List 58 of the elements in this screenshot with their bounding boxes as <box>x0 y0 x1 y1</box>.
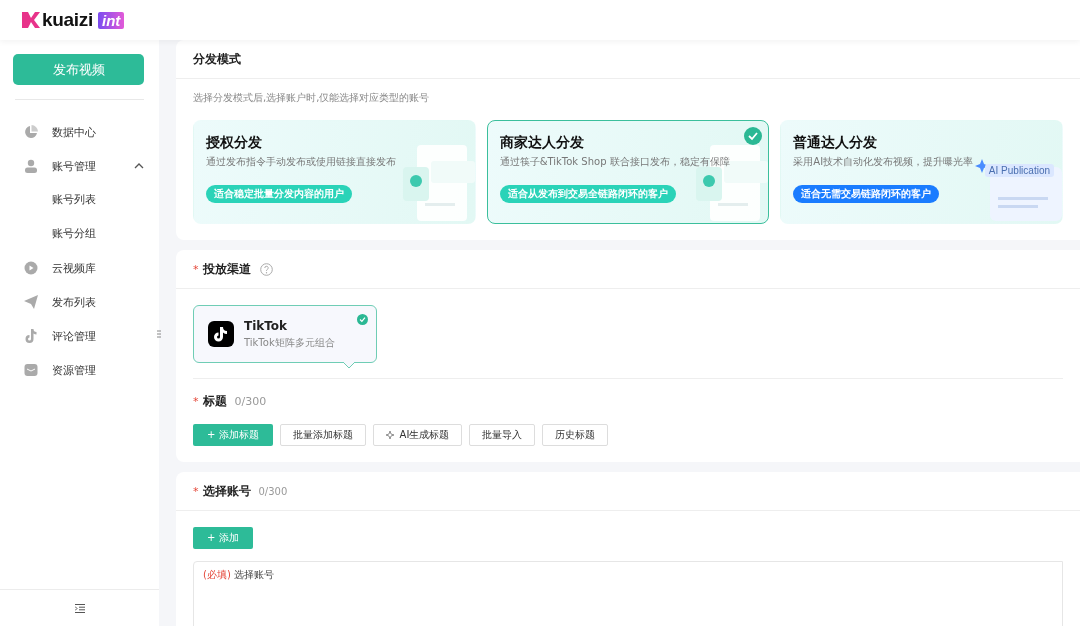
mode-tag: 适合稳定批量分发内容的用户 <box>206 185 352 204</box>
logo-badge: int <box>98 11 125 29</box>
account-field[interactable]: (必填) 选择账号 <box>193 561 1063 626</box>
required-note: (必填) <box>203 568 231 582</box>
drag-handle-icon[interactable] <box>157 330 161 338</box>
mode-description: 采用AI技术自动化发布视频，提升曝光率 <box>793 155 974 170</box>
check-icon <box>357 314 368 325</box>
logo-icon <box>22 12 40 28</box>
sidebar-item[interactable]: 云视频库 <box>0 251 159 285</box>
mode-card[interactable]: 普通达人分发 采用AI技术自动化发布视频，提升曝光率 适合无需交易链路闭环的客户 AI Publication <box>780 120 1063 224</box>
mode-title: 普通达人分发 <box>793 133 878 152</box>
title-action-button[interactable]: 批量添加标题 <box>279 424 366 446</box>
sidebar-subitem[interactable]: 账号列表 <box>0 183 159 217</box>
music-note-icon <box>208 321 234 347</box>
character-count: 0/300 <box>234 395 267 408</box>
section-heading: 分发模式 <box>193 50 241 68</box>
sidebar-item[interactable]: 数据中心 <box>0 115 159 149</box>
channel-name: TikTok <box>244 318 289 333</box>
sidebar-item[interactable]: 发布列表 <box>0 285 159 319</box>
section-heading: 选择账号 <box>202 482 251 500</box>
logo-text: kuaizi <box>42 9 93 31</box>
mode-description: 通过发布指令手动发布或使用链接直接发布 <box>206 155 396 170</box>
required-mark: * <box>193 395 199 408</box>
sidebar-item[interactable]: 资源管理 <box>0 353 159 387</box>
sidebar-item[interactable]: 评论管理 <box>0 319 159 353</box>
title-action-button[interactable]: 批量导入 <box>469 424 536 446</box>
sparkle-icon <box>385 430 395 440</box>
paper-plane-icon <box>24 295 38 309</box>
section-heading: 标题 <box>202 393 227 410</box>
channel-card[interactable]: TikTok TikTok矩阵多元组合 <box>193 305 377 363</box>
mode-tag: 适合从发布到交易全链路闭环的客户 <box>499 185 676 204</box>
required-mark: * <box>193 484 199 498</box>
mode-title: 商家达人分发 <box>499 133 584 152</box>
required-mark: * <box>193 262 199 276</box>
mode-description: 通过筷子&TikTok Shop 联合接口发布，稳定有保障 <box>499 155 730 170</box>
channel-description: TikTok矩阵多元组合 <box>244 335 335 350</box>
box-icon <box>24 363 38 377</box>
hint-text: 选择分发模式后,选择账户时,仅能选择对应类型的账号 <box>193 91 431 105</box>
mode-title: 授权分发 <box>206 133 262 152</box>
mode-tag: 适合无需交易链路闭环的客户 <box>793 185 940 204</box>
placeholder-text: 选择账号 <box>233 568 274 582</box>
art-label: AI Publication <box>984 164 1054 177</box>
sidebar-item[interactable]: 账号管理 <box>0 149 159 183</box>
play-icon <box>24 261 38 275</box>
collapse-menu-icon[interactable] <box>74 603 85 613</box>
sidebar-subitem[interactable]: 账号分组 <box>0 217 159 251</box>
title-action-button[interactable]: AI生成标题 <box>372 424 463 446</box>
user-icon <box>24 159 38 173</box>
title-action-button[interactable]: 历史标题 <box>542 424 609 446</box>
help-icon[interactable] <box>259 262 273 276</box>
pointer-notch <box>343 362 355 368</box>
check-icon <box>744 127 763 145</box>
mode-card[interactable]: 授权分发 通过发布指令手动发布或使用链接直接发布 适合稳定批量分发内容的用户 <box>193 120 476 224</box>
pie-chart-icon <box>24 125 38 139</box>
character-count: 0/300 <box>258 485 288 497</box>
section-heading: 投放渠道 <box>202 260 251 278</box>
mode-card[interactable]: 商家达人分发 通过筷子&TikTok Shop 联合接口发布，稳定有保障 适合从发布到交易全链路闭环的客户 <box>486 120 770 224</box>
music-note-icon <box>24 329 38 343</box>
